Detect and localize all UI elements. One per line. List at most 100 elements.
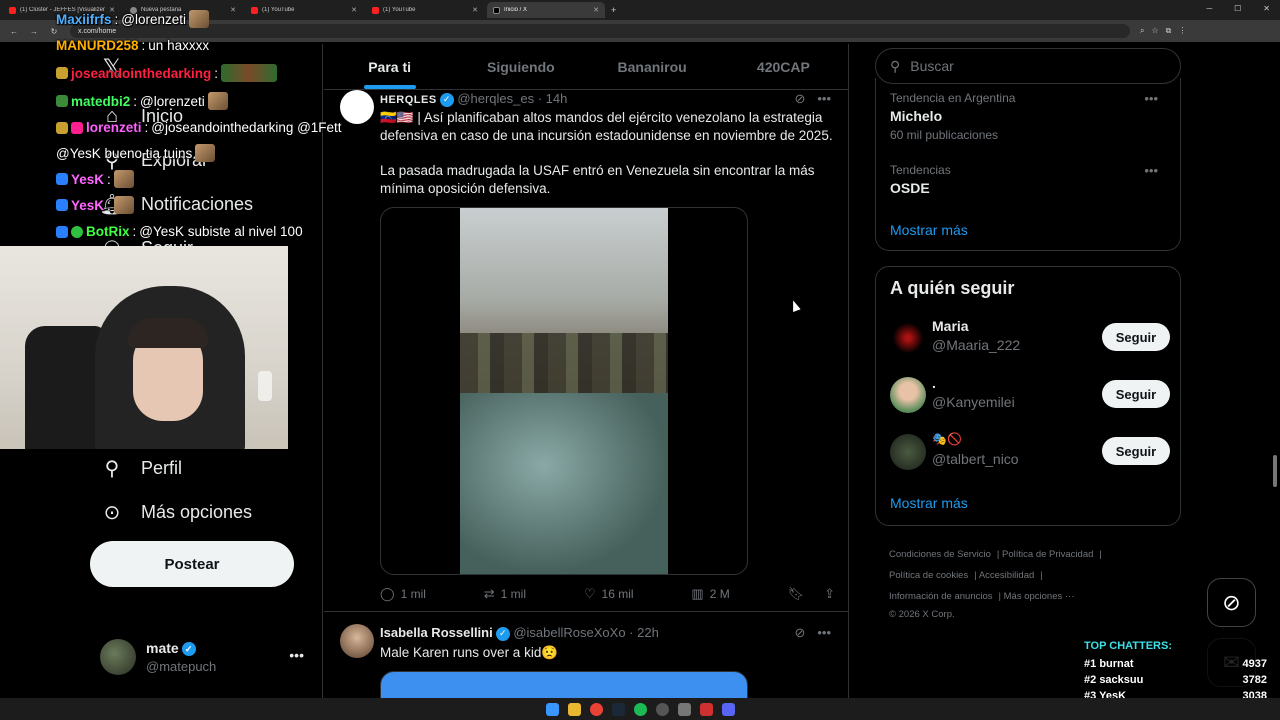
footer-links: Condiciones de Servicio | Política de Pri… — [889, 544, 1179, 622]
os-taskbar — [0, 698, 1280, 720]
close-icon[interactable]: ✕ — [230, 6, 236, 14]
panel-title: A quién seguir — [890, 278, 1015, 298]
verified-badge-icon: ✓ — [439, 92, 454, 107]
forward-icon[interactable]: → — [28, 27, 40, 36]
tab-bananirou[interactable]: Bananirou — [587, 44, 718, 89]
grok-icon[interactable]: ⊘ — [794, 91, 805, 107]
footer-link[interactable]: Información de anuncios — [889, 591, 993, 602]
start-icon[interactable] — [545, 702, 559, 716]
menu-icon[interactable]: ⋮ — [1178, 26, 1186, 36]
back-icon[interactable]: ← — [8, 27, 20, 36]
follow-button[interactable]: Seguir — [1102, 437, 1170, 465]
follow-suggestion[interactable]: Maria @Maaria_222 Seguir — [890, 318, 1170, 358]
avatar — [890, 377, 926, 413]
tweet-time[interactable]: · 14h — [538, 91, 568, 106]
trend-item[interactable]: Tendencia en Argentina Michelo 60 mil pu… — [890, 91, 1166, 142]
new-tab-icon[interactable]: + — [611, 5, 616, 15]
trends-panel: Tendencia en Argentina Michelo 60 mil pu… — [875, 78, 1181, 251]
tab-para-ti[interactable]: Para ti — [324, 44, 455, 89]
more-icon[interactable]: ••• — [1144, 163, 1158, 178]
scrollbar[interactable] — [1273, 455, 1277, 487]
grok-icon[interactable]: ⊘ — [794, 625, 805, 641]
grok-button[interactable]: ⊘ — [1207, 578, 1256, 627]
browser-tab[interactable]: (1) YouTube ✕ — [245, 2, 363, 18]
nav-profile[interactable]: ⚲ Perfil — [100, 456, 182, 480]
trend-item[interactable]: Tendencias OSDE ••• — [890, 163, 1166, 196]
app-icon[interactable] — [699, 702, 713, 716]
chat-line: lorenzeti: @joseandointhedarking @1Fett — [56, 120, 342, 135]
close-icon[interactable]: ✕ — [351, 6, 357, 14]
extension-icon[interactable]: ⧉ — [1166, 26, 1172, 36]
emote — [113, 196, 134, 214]
more-icon[interactable]: ••• — [289, 647, 304, 663]
tweet-author-handle[interactable]: @isabellRoseXoXo — [513, 625, 625, 640]
extension-icons: ⌕ ☆ ⧉ ⋮ — [1140, 26, 1186, 36]
repost-button[interactable]: ⇄ 1 mil — [484, 586, 526, 602]
zoom-icon[interactable]: ⌕ — [1140, 26, 1144, 36]
follow-button[interactable]: Seguir — [1102, 323, 1170, 351]
maximize-icon[interactable]: ☐ — [1234, 4, 1241, 13]
tweet-author-name[interactable]: Isabella Rossellini — [380, 625, 493, 640]
like-button[interactable]: ♡ 16 mil — [584, 586, 634, 602]
spotify-icon[interactable] — [633, 702, 647, 716]
nav-more-options[interactable]: ⊙ Más opciones — [100, 500, 252, 524]
tweet-author-name[interactable]: HERQLES — [380, 94, 437, 106]
chrome-icon[interactable] — [589, 702, 603, 716]
post-button[interactable]: Postear — [90, 541, 294, 587]
x-icon — [493, 6, 500, 14]
badge-icon — [56, 95, 68, 107]
verified-icon — [71, 225, 83, 238]
window-controls: ─ ☐ ✕ — [1206, 4, 1270, 13]
close-icon[interactable]: ✕ — [472, 6, 478, 14]
badge-icon — [56, 199, 68, 211]
show-more-follow-link[interactable]: Mostrar más — [890, 495, 968, 511]
emote — [195, 144, 216, 162]
chat-line: @YesK bueno tia tuins — [56, 144, 216, 162]
browser-tab-active[interactable]: Inicio / X ✕ — [487, 2, 605, 18]
tweet-author-handle[interactable]: @herqles_es — [457, 91, 534, 106]
discord-icon[interactable] — [721, 702, 735, 716]
follow-button[interactable]: Seguir — [1102, 380, 1170, 408]
show-more-trends-link[interactable]: Mostrar más — [890, 222, 968, 238]
tweet-video[interactable] — [380, 207, 748, 575]
more-icon[interactable]: ••• — [817, 91, 831, 107]
tweet[interactable]: HERQLES ✓ @herqles_es · 14h ⊘ ••• 🇻🇪🇺🇸 | A… — [324, 90, 848, 612]
footer-link[interactable]: Más opciones ··· — [1004, 591, 1075, 602]
footer-link[interactable]: Accesibilidad — [979, 570, 1034, 581]
share-icon[interactable]: ⇪ — [824, 586, 835, 602]
more-icon[interactable]: ••• — [817, 625, 831, 641]
verified-badge-icon: ✓ — [181, 642, 196, 657]
badge-icon — [56, 67, 68, 79]
account-switcher[interactable]: mate ✓ @matepuch ••• — [100, 639, 310, 679]
tab-420cap[interactable]: 420CAP — [718, 44, 848, 89]
footer-link[interactable]: Política de Privacidad — [1002, 549, 1093, 560]
obs-icon[interactable] — [655, 702, 669, 716]
minimize-icon[interactable]: ─ — [1206, 4, 1212, 13]
tweet-text: Male Karen runs over a kid😟 — [380, 645, 559, 660]
star-icon[interactable]: ☆ — [1151, 26, 1158, 36]
badge-icon — [56, 121, 68, 134]
account-handle: @matepuch — [146, 659, 217, 674]
steam-icon[interactable] — [611, 702, 625, 716]
browser-tab[interactable]: (1) YouTube ✕ — [366, 2, 484, 18]
person-icon: ⚲ — [104, 457, 120, 480]
close-window-icon[interactable]: ✕ — [1263, 4, 1270, 13]
footer-link[interactable]: Política de cookies — [889, 570, 968, 581]
bookmark-icon[interactable]: 🔖︎ — [788, 586, 805, 602]
reply-button[interactable]: ◯ 1 mil — [380, 586, 426, 602]
url-field[interactable]: x.com/home — [70, 24, 1130, 38]
follow-suggestion[interactable]: . @Kanyemilei Seguir — [890, 375, 1170, 415]
avatar[interactable] — [340, 90, 374, 124]
follow-suggestion[interactable]: 🎭🚫 @talbert_nico Seguir — [890, 432, 1170, 472]
footer-link[interactable]: Condiciones de Servicio — [889, 549, 991, 560]
views-button[interactable]: ▥ 2 M — [691, 586, 729, 602]
avatar[interactable] — [340, 624, 374, 658]
app-icon[interactable] — [677, 702, 691, 716]
tab-siguiendo[interactable]: Siguiendo — [455, 44, 586, 89]
folder-icon[interactable] — [567, 702, 581, 716]
more-icon[interactable]: ••• — [1144, 91, 1158, 106]
youtube-icon — [372, 6, 379, 14]
reply-icon: ◯ — [380, 586, 395, 601]
tweet-time[interactable]: · 22h — [629, 625, 659, 640]
close-icon[interactable]: ✕ — [593, 6, 599, 14]
